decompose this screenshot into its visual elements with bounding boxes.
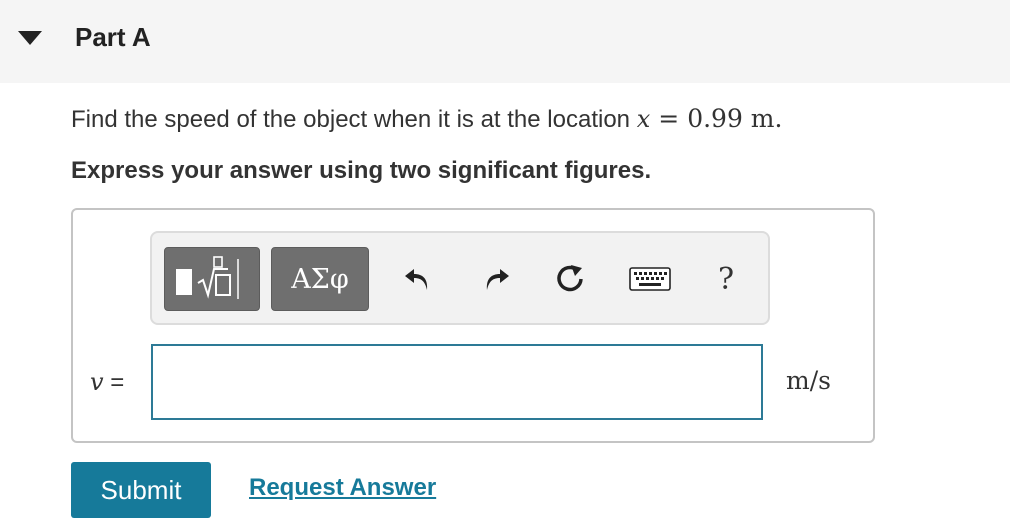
templates-icon [176, 256, 239, 299]
math-toolbar: ΑΣφ ? [150, 231, 770, 325]
request-answer-link[interactable]: Request Answer [249, 474, 436, 502]
reset-button[interactable] [552, 261, 588, 297]
question-value: 0.99 m. [687, 104, 783, 133]
submit-button[interactable]: Submit [71, 462, 211, 518]
greek-symbols-button[interactable]: ΑΣφ [271, 247, 369, 311]
undo-icon [405, 269, 428, 290]
question-equals: = [658, 104, 680, 133]
help-button[interactable]: ? [708, 261, 744, 297]
answer-variable-label: v = [90, 368, 124, 397]
collapse-triangle-icon[interactable] [18, 31, 42, 45]
instruction-text: Express your answer using two significan… [71, 157, 652, 184]
part-title: Part A [75, 22, 151, 52]
undo-button[interactable] [400, 261, 436, 297]
part-header[interactable]: Part A [0, 0, 1010, 83]
question-text: Find the speed of the object when it is … [71, 104, 782, 134]
reset-icon [557, 265, 583, 292]
redo-icon [486, 269, 509, 290]
answer-input[interactable] [151, 344, 763, 420]
templates-button[interactable] [164, 247, 260, 311]
question-variable: x [636, 105, 651, 133]
answer-units: m/s [786, 366, 831, 395]
keyboard-icon [629, 267, 671, 291]
question-prefix: Find the speed of the object when it is … [71, 106, 637, 133]
answer-equals: = [103, 369, 125, 396]
answer-variable: v [90, 368, 104, 396]
keyboard-button[interactable] [628, 261, 672, 297]
redo-button[interactable] [478, 261, 514, 297]
